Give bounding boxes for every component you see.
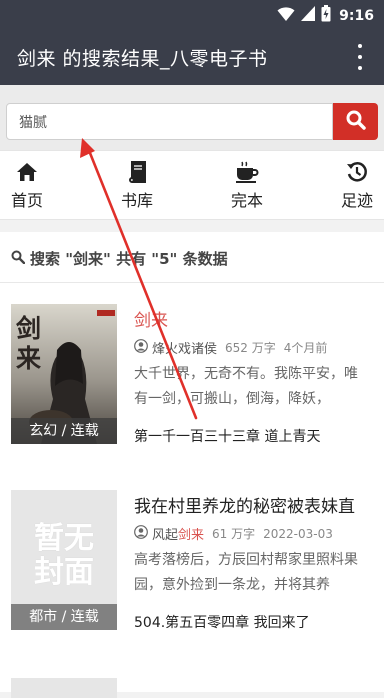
category-tag: 都市 / 连载	[11, 604, 117, 630]
results-summary: 搜索 "剑来" 共有 "5" 条数据	[11, 248, 228, 269]
overflow-menu-icon[interactable]	[350, 44, 370, 70]
latest-chapter[interactable]: 504.第五百零四章 我回来了	[134, 612, 310, 632]
book-updated: 4个月前	[283, 341, 328, 355]
book-cover[interactable]: 剑来 玄幻 / 连载	[11, 304, 117, 444]
book-words: 652 万字	[225, 341, 276, 355]
results-summary-text: 搜索 "剑来" 共有 "5" 条数据	[30, 250, 228, 268]
status-time: 9:16	[339, 7, 374, 24]
nav-item-history[interactable]: 足迹	[322, 159, 384, 211]
page-title: 剑来 的搜索结果_八零电子书	[17, 48, 268, 70]
book-author[interactable]: 风起	[152, 524, 178, 543]
coffee-cup-icon	[212, 159, 282, 185]
search-results: 搜索 "剑来" 共有 "5" 条数据 剑来 玄幻 / 连载 剑来 烽火戏诸侯 6…	[0, 232, 384, 698]
book-meta: 烽火戏诸侯 652 万字 4个月前	[134, 338, 327, 357]
wifi-icon	[277, 6, 295, 26]
nav-item-library[interactable]: 书库	[102, 159, 172, 211]
cover-title-text: 剑来	[16, 314, 42, 373]
nav-item-home[interactable]: 首页	[0, 159, 62, 211]
search-input[interactable]	[6, 103, 333, 140]
latest-chapter[interactable]: 第一千一百三十三章 道上青天	[134, 426, 320, 446]
search-icon	[11, 250, 26, 268]
user-icon	[134, 338, 148, 357]
book-title[interactable]: 我在村里养龙的秘密被表妹直	[134, 492, 355, 517]
search-icon	[346, 110, 366, 134]
nav-bar: 首页 书库 完本 足迹	[0, 150, 384, 220]
book-item[interactable]: 暂无封面 都市 / 连载 我在村里养龙的秘密被表妹直 风起 剑来 61 万字 20…	[0, 490, 384, 660]
author-highlight[interactable]: 剑来	[178, 524, 204, 543]
status-bar: 9:16	[0, 0, 384, 28]
book-author[interactable]: 烽火戏诸侯	[152, 338, 217, 357]
book-meta: 风起 剑来 61 万字 2022-03-03	[134, 524, 333, 543]
nav-item-finished[interactable]: 完本	[212, 159, 282, 211]
divider	[0, 282, 384, 283]
home-icon	[0, 159, 62, 185]
book-updated: 2022-03-03	[263, 526, 333, 541]
book-cover[interactable]: 暂无封面 都市 / 连载	[11, 490, 117, 630]
book-cover-partial[interactable]	[11, 678, 117, 698]
search-button[interactable]	[333, 103, 378, 140]
book-words: 61 万字	[212, 527, 256, 541]
book-icon	[102, 159, 172, 185]
nav-label: 完本	[230, 191, 263, 210]
book-item[interactable]: 剑来 玄幻 / 连载 剑来 烽火戏诸侯 652 万字 4个月前 大千世界，无奇不…	[0, 304, 384, 474]
book-description: 大千世界，无奇不有。我陈平安，唯有一剑，可搬山，倒海，降妖，	[134, 366, 358, 407]
battery-icon	[321, 5, 331, 26]
signal-icon	[301, 6, 316, 25]
no-cover-text: 暂无封面	[34, 521, 94, 590]
history-icon	[322, 159, 384, 185]
app-bar: 剑来 的搜索结果_八零电子书	[0, 28, 384, 85]
book-title[interactable]: 剑来	[134, 306, 168, 331]
category-tag: 玄幻 / 连载	[11, 418, 117, 444]
nav-label: 书库	[120, 191, 153, 210]
nav-label: 足迹	[340, 191, 373, 210]
user-icon	[134, 524, 148, 543]
nav-label: 首页	[10, 191, 43, 210]
book-description: 高考落榜后，方辰回村帮家里照料果园，意外捡到一条龙，并将其养	[134, 552, 358, 593]
